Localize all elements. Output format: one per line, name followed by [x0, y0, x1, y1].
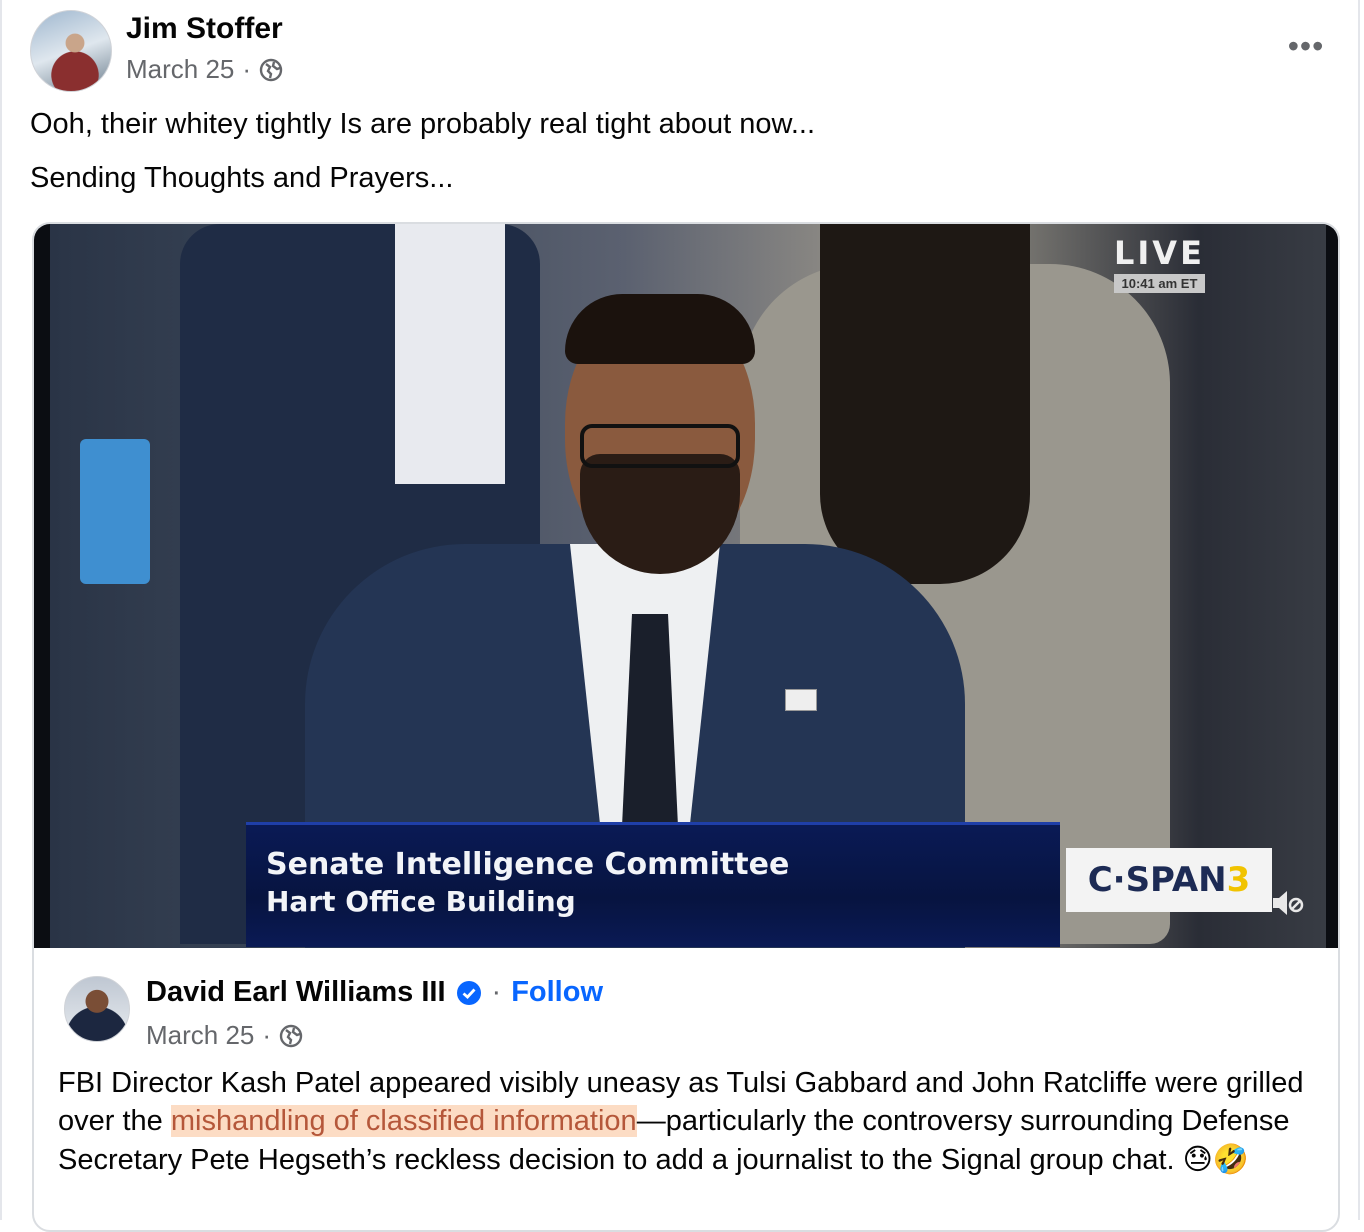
live-time: 10:41 am ET — [1114, 274, 1205, 293]
shared-meta-separator: · — [262, 1020, 272, 1050]
follow-separator: · — [491, 976, 502, 1008]
post-text-line-2: Sending Thoughts and Prayers... — [30, 162, 454, 194]
more-horizontal-icon: ••• — [1287, 27, 1325, 64]
live-label: LIVE — [1114, 234, 1205, 272]
live-badge: LIVE 10:41 am ET — [1114, 234, 1205, 293]
shared-author-avatar[interactable] — [64, 976, 130, 1042]
verified-badge-icon — [456, 980, 482, 1006]
more-options-button[interactable]: ••• — [1284, 28, 1328, 64]
video-player[interactable]: LIVE 10:41 am ET Senate Intelligence Com… — [34, 224, 1338, 948]
globe-icon — [259, 58, 283, 82]
post-text-line-1: Ooh, their whitey tightly Is are probabl… — [30, 108, 816, 140]
follow-button[interactable]: Follow — [511, 976, 603, 1009]
post-date[interactable]: March 25 — [126, 54, 234, 85]
speaker-hair — [565, 294, 755, 364]
network-logo: C·SPAN 3 — [1066, 848, 1272, 912]
shared-author-row: David Earl Williams III · Follow — [146, 976, 603, 1009]
facebook-post: Jim Stoffer March 25 · ••• Ooh, their wh… — [0, 0, 1360, 1232]
network-logo-number: 3 — [1226, 860, 1251, 900]
shared-post-date[interactable]: March 25 — [146, 1020, 254, 1051]
lower-third-subtitle: Hart Office Building — [266, 885, 576, 918]
shared-video-card[interactable]: LIVE 10:41 am ET Senate Intelligence Com… — [32, 222, 1340, 1232]
post-meta: March 25 · — [126, 54, 283, 85]
emoji-sad-laugh: 😓🤣 — [1182, 1142, 1249, 1176]
speaker-glasses — [580, 424, 740, 468]
background-shirt — [395, 224, 505, 484]
lower-third-banner: Senate Intelligence Committee Hart Offic… — [246, 822, 1060, 947]
network-logo-main: C·SPAN — [1087, 860, 1227, 900]
meta-separator: · — [242, 54, 252, 84]
lower-third-title: Senate Intelligence Committee — [266, 847, 790, 882]
highlighted-phrase[interactable]: mishandling of classified information — [170, 1105, 637, 1137]
lanyard-badge — [80, 439, 150, 584]
shared-author-name[interactable]: David Earl Williams III — [146, 976, 446, 1009]
globe-icon — [279, 1024, 303, 1048]
author-name[interactable]: Jim Stoffer — [126, 12, 283, 46]
mute-button[interactable] — [1266, 884, 1308, 926]
author-avatar[interactable] — [30, 10, 112, 92]
shared-post-text: FBI Director Kash Patel appeared visibly… — [58, 1064, 1308, 1179]
flag-pin — [785, 689, 817, 711]
volume-muted-icon — [1269, 885, 1305, 926]
background-hair — [820, 224, 1030, 584]
shared-post-meta: March 25 · — [146, 1020, 303, 1051]
